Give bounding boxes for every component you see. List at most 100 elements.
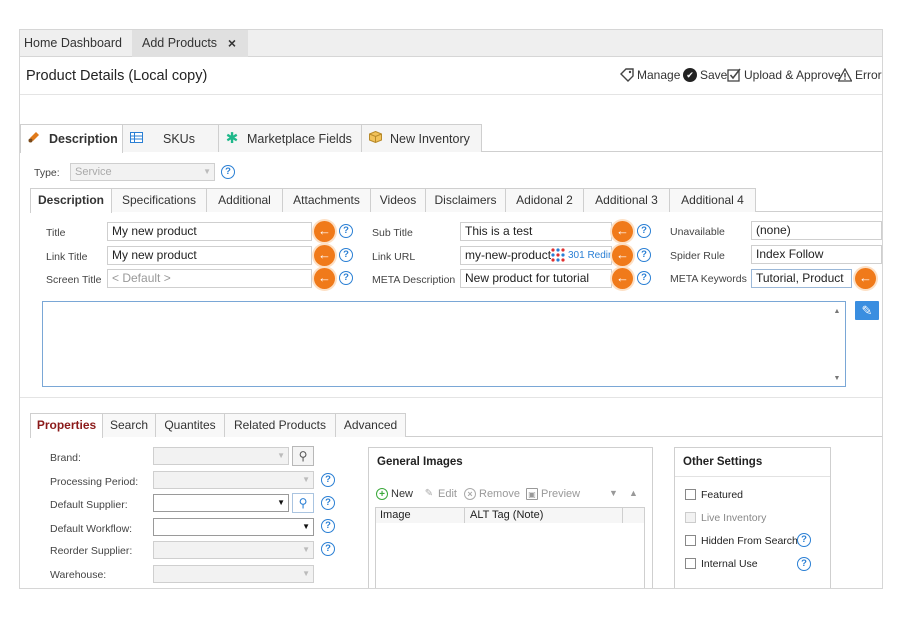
- processing-period-select[interactable]: ▼: [153, 471, 314, 489]
- help-icon[interactable]: ?: [339, 248, 353, 262]
- help-icon[interactable]: ?: [637, 271, 651, 285]
- search-icon[interactable]: ⚲: [292, 493, 314, 513]
- help-icon[interactable]: ?: [321, 496, 335, 510]
- featured-label: Featured: [701, 489, 744, 501]
- tab-marketplace-fields[interactable]: ✱ Marketplace Fields: [218, 124, 362, 152]
- title-input[interactable]: My new product: [107, 222, 312, 241]
- help-icon[interactable]: ?: [637, 248, 651, 262]
- help-icon[interactable]: ?: [321, 519, 335, 533]
- tab-label: SKUs: [163, 131, 195, 146]
- help-icon[interactable]: ?: [339, 271, 353, 285]
- featured-checkbox[interactable]: [685, 489, 696, 500]
- live-inventory-label: Live Inventory: [701, 512, 767, 524]
- type-select[interactable]: Service ▼: [70, 163, 215, 181]
- subtab-description[interactable]: Description: [30, 188, 112, 213]
- tab-label: Description: [49, 132, 118, 146]
- type-label: Type:: [34, 167, 60, 179]
- brand-label: Brand:: [50, 452, 81, 464]
- arrow-left-icon[interactable]: ←: [612, 221, 633, 242]
- arrow-left-icon[interactable]: ←: [314, 221, 335, 242]
- manage-button[interactable]: Manage: [620, 68, 680, 82]
- tab-advanced[interactable]: Advanced: [335, 413, 406, 437]
- live-inventory-checkbox[interactable]: [685, 512, 696, 523]
- meta-keywords-input[interactable]: Tutorial, Product: [751, 269, 852, 288]
- images-table-header: Image ALT Tag (Note): [375, 507, 645, 524]
- move-down-icon[interactable]: ▼: [609, 488, 618, 498]
- page-title: Product Details (Local copy): [26, 68, 208, 84]
- tab-search[interactable]: Search: [102, 413, 156, 437]
- brand-select[interactable]: ▼: [153, 447, 289, 465]
- editor-scrollbar[interactable]: ▲ ▼: [831, 304, 843, 384]
- upload-label: Upload & Approve: [744, 68, 841, 82]
- internal-use-checkbox[interactable]: [685, 558, 696, 569]
- default-supplier-select[interactable]: ▼: [153, 494, 289, 512]
- close-icon[interactable]: ×: [228, 30, 236, 57]
- warehouse-label: Warehouse:: [50, 569, 107, 581]
- tab-add-products[interactable]: Add Products ×: [132, 30, 248, 57]
- tab-quantites[interactable]: Quantites: [155, 413, 225, 437]
- errors-button[interactable]: Errors: [837, 67, 882, 82]
- scroll-down-icon[interactable]: ▼: [831, 375, 843, 382]
- unavailable-select[interactable]: (none): [751, 221, 882, 240]
- meta-description-input[interactable]: New product for tutorial: [460, 269, 612, 288]
- tab-description[interactable]: Description: [20, 124, 123, 153]
- arrow-left-icon[interactable]: ←: [612, 245, 633, 266]
- help-icon[interactable]: ?: [797, 533, 811, 547]
- edit-label: Edit: [438, 488, 457, 500]
- help-icon[interactable]: ?: [321, 542, 335, 556]
- subtab-adidonal-2[interactable]: Adidonal 2: [505, 188, 584, 212]
- link-title-input[interactable]: My new product: [107, 246, 312, 265]
- subtab-videos[interactable]: Videos: [370, 188, 426, 212]
- arrow-left-icon[interactable]: ←: [612, 268, 633, 289]
- preview-image-button[interactable]: ▣ Preview: [526, 488, 580, 500]
- help-icon[interactable]: ?: [637, 224, 651, 238]
- help-icon[interactable]: ?: [797, 557, 811, 571]
- chevron-down-icon: ▼: [277, 498, 285, 507]
- arrow-left-icon[interactable]: ←: [314, 245, 335, 266]
- images-table-body[interactable]: [375, 523, 645, 588]
- description-editor[interactable]: ▲ ▼: [42, 301, 846, 387]
- sub-title-input[interactable]: This is a test: [460, 222, 612, 241]
- checkbox-icon: [727, 68, 741, 82]
- subtab-specifications[interactable]: Specifications: [111, 188, 207, 212]
- tab-properties[interactable]: Properties: [30, 413, 103, 438]
- warning-icon: [837, 67, 853, 82]
- upload-approve-button[interactable]: Upload & Approve: [727, 68, 841, 82]
- spider-rule-select[interactable]: Index Follow: [751, 245, 882, 264]
- help-icon[interactable]: ?: [339, 224, 353, 238]
- tab-skus[interactable]: SKUs: [122, 124, 219, 152]
- default-workflow-select[interactable]: ▼: [153, 518, 314, 536]
- new-label: New: [391, 488, 414, 500]
- edit-image-button[interactable]: ✎ Edit: [423, 488, 457, 500]
- scroll-up-icon[interactable]: ▲: [831, 308, 843, 315]
- spider-rule-label: Spider Rule: [670, 250, 725, 262]
- screen-title-input[interactable]: < Default >: [107, 269, 312, 288]
- arrow-left-icon[interactable]: ←: [855, 268, 876, 289]
- subtab-additional[interactable]: Additional: [206, 188, 283, 212]
- default-workflow-label: Default Workflow:: [50, 523, 133, 535]
- tab-new-inventory[interactable]: New Inventory: [361, 124, 482, 152]
- arrow-left-icon[interactable]: ←: [314, 268, 335, 289]
- edit-icon[interactable]: ✎: [855, 301, 879, 320]
- main-tab-bar: Description SKUs ✱ Marketplace Fields Ne…: [20, 124, 882, 153]
- pencil-icon: ✎: [424, 488, 434, 499]
- move-up-icon[interactable]: ▲: [629, 488, 638, 498]
- search-icon[interactable]: ⚲: [292, 446, 314, 466]
- hidden-from-search-checkbox[interactable]: [685, 535, 696, 546]
- tab-related-products[interactable]: Related Products: [224, 413, 336, 437]
- processing-period-label: Processing Period:: [50, 476, 139, 488]
- redirect-link[interactable]: 301 Redir: [568, 250, 611, 261]
- help-icon[interactable]: ?: [221, 165, 235, 179]
- subtab-attachments[interactable]: Attachments: [282, 188, 371, 212]
- chevron-down-icon: ▼: [302, 522, 310, 531]
- subtab-additional-3[interactable]: Additional 3: [583, 188, 670, 212]
- save-button[interactable]: ✔ Save: [683, 68, 727, 82]
- remove-image-button[interactable]: × Remove: [464, 488, 520, 500]
- tab-home-dashboard[interactable]: Home Dashboard: [20, 30, 132, 57]
- warehouse-select[interactable]: ▼: [153, 565, 314, 583]
- subtab-disclaimers[interactable]: Disclaimers: [425, 188, 506, 212]
- reorder-supplier-select[interactable]: ▼: [153, 541, 314, 559]
- new-image-button[interactable]: + New: [376, 488, 413, 500]
- help-icon[interactable]: ?: [321, 473, 335, 487]
- subtab-additional-4[interactable]: Additional 4: [669, 188, 756, 212]
